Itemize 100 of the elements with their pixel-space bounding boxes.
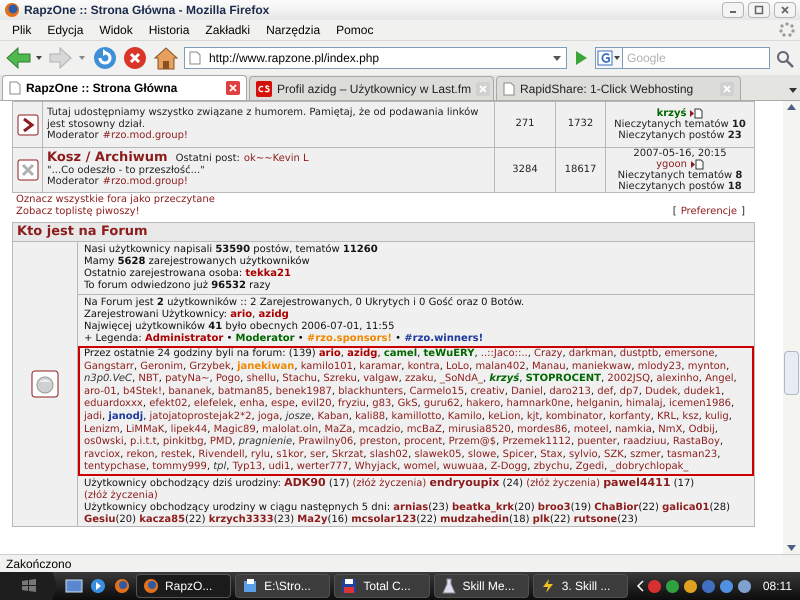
user-link[interactable]: maniekwaw	[572, 360, 632, 372]
user-link[interactable]: preston	[360, 436, 398, 448]
page-link[interactable]: Oznacz wszystkie fora jako przeczytane	[16, 194, 215, 206]
user-link[interactable]: g83	[372, 398, 392, 410]
user-link[interactable]: Geronim	[140, 360, 184, 372]
user-link[interactable]: alexinho	[656, 373, 699, 384]
taskbar-button[interactable]: RapzO...	[136, 574, 232, 598]
user-link[interactable]: ario	[318, 348, 341, 359]
user-link[interactable]: galica01	[662, 502, 710, 513]
user-link[interactable]: kali88	[355, 410, 386, 422]
user-link[interactable]: procent	[404, 436, 442, 448]
user-link[interactable]: batman85	[218, 386, 270, 397]
menu-item[interactable]: Plik	[4, 21, 40, 39]
user-link[interactable]: elefelek	[194, 398, 234, 410]
user-link[interactable]: emersone	[664, 348, 715, 359]
user-link[interactable]: kombinator	[546, 410, 603, 422]
user-link[interactable]: kontra	[408, 360, 440, 372]
back-button-icon[interactable]	[4, 45, 44, 71]
stop-icon[interactable]	[122, 45, 148, 71]
user-link[interactable]: mirusia8520	[448, 424, 511, 435]
chevron-icon[interactable]	[636, 580, 644, 592]
user-link[interactable]: patyNa~	[165, 373, 210, 384]
user-link[interactable]: valgaw	[363, 373, 399, 384]
user-link[interactable]: ..::Jaco::..	[480, 348, 528, 359]
user-link[interactable]: LoLo	[446, 360, 470, 372]
user-link[interactable]: Stachu	[282, 373, 317, 384]
user-link[interactable]: ok~~Kevin L	[244, 153, 309, 165]
tab[interactable]: RapzOne :: Strona Główna	[2, 75, 247, 100]
user-link[interactable]: krzych3333	[208, 514, 274, 525]
forum-title-link[interactable]: Kosz / Archiwum	[47, 152, 168, 164]
menu-item[interactable]: Pomoc	[328, 21, 382, 39]
user-link[interactable]: malan402	[475, 360, 526, 372]
user-link[interactable]: endryoupix	[429, 476, 500, 489]
user-link[interactable]: _SoNdA_	[440, 373, 483, 384]
user-link[interactable]: ADK90	[284, 476, 326, 489]
user-link[interactable]: guru62	[424, 398, 460, 410]
user-link[interactable]: puenter	[577, 436, 617, 448]
user-link[interactable]: krzyś	[489, 373, 520, 384]
user-link[interactable]: joga	[258, 410, 280, 422]
preferences-link[interactable]: Preferencje	[680, 206, 738, 218]
user-link[interactable]: azidg	[258, 309, 289, 320]
user-link[interactable]: enha	[240, 398, 265, 410]
user-link[interactable]: josze	[286, 410, 312, 422]
user-link[interactable]: rutsone	[574, 514, 618, 525]
moderator-group-link[interactable]: #rzo.mod.group!	[102, 130, 188, 142]
user-link[interactable]: Kaban	[317, 410, 349, 422]
user-link[interactable]: b4Stek!	[123, 386, 162, 397]
menu-item[interactable]: Historia	[140, 21, 198, 39]
user-link[interactable]: slash02	[370, 448, 408, 460]
close-button[interactable]	[774, 2, 796, 18]
user-link[interactable]: pawel4411	[603, 476, 670, 489]
search-field[interactable]: Google	[623, 47, 770, 69]
user-link[interactable]: ygoon	[656, 159, 687, 170]
user-link[interactable]: mcadzio	[358, 424, 400, 435]
user-link[interactable]: eduardoxxx	[84, 398, 143, 410]
user-link[interactable]: Crazy	[534, 348, 562, 359]
reload-icon[interactable]	[92, 45, 118, 71]
user-link[interactable]: Gesiu	[84, 514, 116, 525]
scroll-down-icon[interactable]	[786, 544, 797, 552]
user-link[interactable]: helganin	[576, 398, 620, 410]
user-link[interactable]: mcBaZ	[406, 424, 442, 435]
user-link[interactable]: himalaj	[626, 398, 663, 410]
taskbar-button[interactable]: Skill Me...	[434, 574, 529, 598]
dropdown-arrow-icon[interactable]	[552, 53, 562, 63]
home-icon[interactable]	[152, 45, 180, 71]
user-link[interactable]: Whyjack	[354, 461, 398, 472]
user-link[interactable]: STOPROCENT	[526, 373, 601, 384]
close-tab-icon[interactable]	[226, 81, 240, 95]
address-field[interactable]: http://www.rapzone.pl/index.php	[184, 47, 567, 69]
user-link[interactable]: tpl	[213, 461, 226, 472]
user-link[interactable]: kjt	[526, 410, 540, 422]
user-link[interactable]: Przem@$	[448, 436, 496, 448]
user-link[interactable]: karamar	[359, 360, 402, 372]
user-link[interactable]: s1kor	[276, 448, 304, 460]
user-link[interactable]: Grzybek	[189, 360, 231, 372]
menu-item[interactable]: Edycja	[39, 21, 92, 39]
menu-item[interactable]: Zakładki	[197, 21, 258, 39]
user-link[interactable]: Kamilo	[448, 410, 482, 422]
user-link[interactable]: azidg	[347, 348, 378, 359]
user-link[interactable]: ario	[230, 309, 252, 320]
user-link[interactable]: Pogo	[216, 373, 240, 384]
user-link[interactable]: SZK	[604, 448, 624, 460]
user-link[interactable]: dustptb	[620, 348, 658, 359]
user-link[interactable]: Gangstarr	[84, 360, 134, 372]
user-link[interactable]: Manau	[532, 360, 566, 372]
scroll-up-icon[interactable]	[786, 103, 797, 111]
user-link[interactable]: pinkitbg	[162, 436, 204, 448]
user-link[interactable]: os0wski	[84, 436, 124, 448]
user-link[interactable]: Skrzat	[332, 448, 364, 460]
minimize-button[interactable]	[722, 2, 744, 18]
user-link[interactable]: tekka21	[245, 268, 291, 279]
user-link[interactable]: mordes86	[517, 424, 568, 435]
user-link[interactable]: LiMMaK	[126, 424, 164, 435]
user-link[interactable]: dudek1	[684, 386, 722, 397]
user-link[interactable]: Rivendell	[198, 448, 245, 460]
user-link[interactable]: mcsolar123	[351, 514, 416, 525]
user-link[interactable]: fryziu	[338, 398, 366, 410]
user-link[interactable]: keLion	[488, 410, 520, 422]
user-link[interactable]: aro-01	[84, 386, 117, 397]
user-link[interactable]: kacza85	[139, 514, 186, 525]
